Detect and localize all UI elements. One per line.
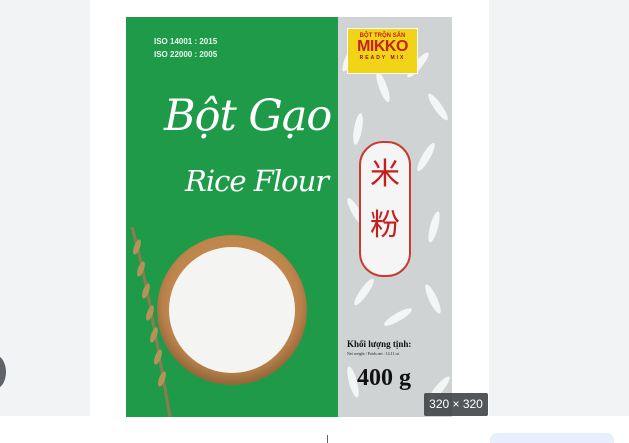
brand-logo: BỘT TRỘN SẴN MIKKO READY MIX [347, 28, 418, 74]
brand-name: MIKKO [357, 38, 408, 55]
viewer-left-background [0, 0, 90, 416]
net-weight-label: Khối lượng tịnh: [347, 339, 412, 349]
bottom-divider [327, 435, 328, 443]
net-weight-subtitle: Net weight / Poids net : 14.11 oz [347, 351, 400, 356]
iso-14001-label: ISO 14001 : 2015 [154, 37, 218, 46]
product-title-english: Rice Flour [185, 164, 329, 198]
chinese-char-rice: 米 [370, 157, 400, 192]
iso-22000-label: ISO 22000 : 2005 [154, 50, 218, 59]
bottom-action-pill[interactable] [490, 433, 614, 443]
product-title-vietnamese: Bột Gạo [164, 91, 332, 141]
net-weight-value: 400 g [357, 365, 411, 391]
image-size-badge: 320 × 320 [424, 393, 488, 416]
chinese-label: 米 粉 [359, 141, 411, 277]
brand-subline: READY MIX [359, 55, 406, 61]
chinese-char-flour: 粉 [370, 208, 400, 243]
viewer-right-background [489, 0, 629, 416]
product-image[interactable]: ISO 14001 : 2015 ISO 22000 : 2005 Bột Gạ… [126, 17, 452, 417]
flour-icon [169, 247, 295, 373]
